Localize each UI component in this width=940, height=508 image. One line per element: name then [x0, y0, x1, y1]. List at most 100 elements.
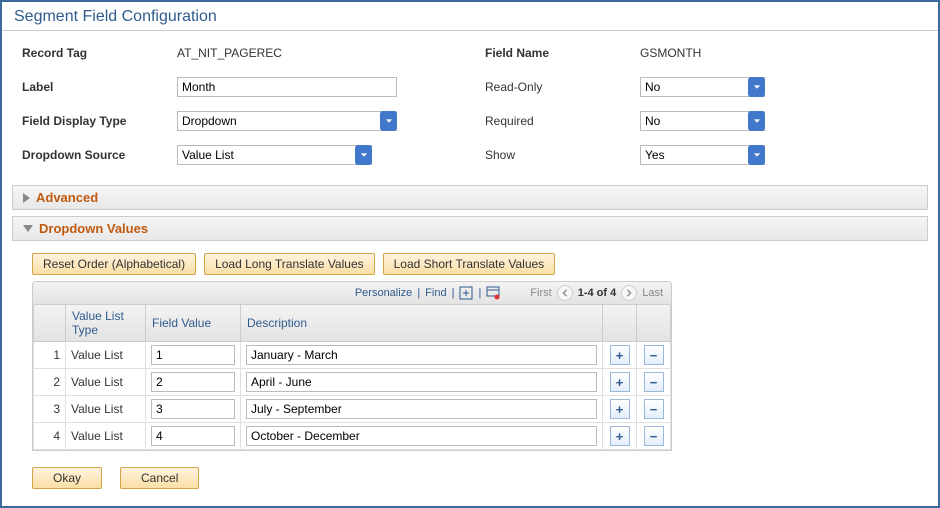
remove-cell: − — [637, 342, 671, 369]
chevron-down-icon[interactable] — [748, 145, 765, 165]
read-only-label: Read-Only — [485, 80, 640, 94]
remove-row-button[interactable]: − — [644, 372, 664, 392]
field-name-label: Field Name — [485, 46, 640, 60]
row-num: 1 — [34, 342, 66, 369]
dropdown-values-section-toggle[interactable]: Dropdown Values — [12, 216, 928, 241]
triangle-right-icon — [23, 193, 30, 203]
field-value-input[interactable] — [151, 345, 235, 365]
chevron-down-icon[interactable] — [748, 111, 765, 131]
value-list-type-cell: Value List — [66, 423, 146, 450]
reset-order-button[interactable]: Reset Order (Alphabetical) — [32, 253, 196, 275]
add-cell: + — [603, 396, 637, 423]
field-value-cell — [146, 342, 241, 369]
required-select[interactable] — [640, 111, 765, 131]
read-only-select[interactable] — [640, 77, 765, 97]
description-input[interactable] — [246, 372, 597, 392]
dropdown-values-section-label: Dropdown Values — [39, 221, 148, 236]
dropdown-source-label: Dropdown Source — [22, 148, 177, 162]
grid-toolbar: Personalize | Find | | First 1-4 of 4 La… — [33, 282, 671, 305]
separator: | — [417, 287, 420, 299]
record-tag-value: AT_NIT_PAGEREC — [177, 46, 282, 60]
field-value-cell — [146, 396, 241, 423]
show-label: Show — [485, 148, 640, 162]
col-num — [34, 305, 66, 342]
add-row-button[interactable]: + — [610, 372, 630, 392]
triangle-down-icon — [23, 225, 33, 232]
col-field-value[interactable]: Field Value — [146, 305, 241, 342]
field-display-type-label: Field Display Type — [22, 114, 177, 128]
values-grid: Personalize | Find | | First 1-4 of 4 La… — [32, 281, 672, 451]
form-area: Record Tag AT_NIT_PAGEREC Label Field Di… — [2, 31, 938, 185]
load-long-button[interactable]: Load Long Translate Values — [204, 253, 375, 275]
remove-cell: − — [637, 369, 671, 396]
field-value-input[interactable] — [151, 426, 235, 446]
col-remove — [637, 305, 671, 342]
zoom-icon[interactable] — [459, 286, 473, 300]
col-add — [603, 305, 637, 342]
description-cell — [241, 342, 603, 369]
field-display-type-select[interactable] — [177, 111, 397, 131]
table-row: 3Value List +− — [34, 396, 671, 423]
remove-cell: − — [637, 396, 671, 423]
last-link[interactable]: Last — [642, 287, 663, 299]
label-label: Label — [22, 80, 177, 94]
add-row-button[interactable]: + — [610, 399, 630, 419]
advanced-section-toggle[interactable]: Advanced — [12, 185, 928, 210]
row-num: 2 — [34, 369, 66, 396]
table-row: 4Value List +− — [34, 423, 671, 450]
description-cell — [241, 423, 603, 450]
table-row: 1Value List +− — [34, 342, 671, 369]
description-cell — [241, 396, 603, 423]
separator: | — [478, 287, 481, 299]
description-input[interactable] — [246, 399, 597, 419]
remove-row-button[interactable]: − — [644, 426, 664, 446]
row-num: 3 — [34, 396, 66, 423]
required-label: Required — [485, 114, 640, 128]
value-list-type-cell: Value List — [66, 396, 146, 423]
field-value-cell — [146, 423, 241, 450]
label-input[interactable] — [177, 77, 397, 97]
cancel-button[interactable]: Cancel — [120, 467, 199, 489]
field-value-input[interactable] — [151, 372, 235, 392]
add-cell: + — [603, 423, 637, 450]
chevron-down-icon[interactable] — [355, 145, 372, 165]
page-range: 1-4 of 4 — [578, 287, 617, 299]
field-name-value: GSMONTH — [640, 46, 701, 60]
chevron-down-icon[interactable] — [748, 77, 765, 97]
remove-row-button[interactable]: − — [644, 345, 664, 365]
add-cell: + — [603, 369, 637, 396]
dropdown-source-select[interactable] — [177, 145, 372, 165]
form-left-column: Record Tag AT_NIT_PAGEREC Label Field Di… — [22, 41, 455, 177]
row-num: 4 — [34, 423, 66, 450]
col-value-list-type[interactable]: Value List Type — [66, 305, 146, 342]
remove-cell: − — [637, 423, 671, 450]
description-input[interactable] — [246, 426, 597, 446]
page-title: Segment Field Configuration — [2, 2, 938, 31]
download-icon[interactable] — [486, 286, 500, 300]
personalize-link[interactable]: Personalize — [355, 287, 412, 299]
chevron-down-icon[interactable] — [380, 111, 397, 131]
description-input[interactable] — [246, 345, 597, 365]
find-link[interactable]: Find — [425, 287, 446, 299]
next-page-icon[interactable] — [621, 285, 637, 301]
values-table: Value List Type Field Value Description … — [33, 305, 671, 450]
description-cell — [241, 369, 603, 396]
remove-row-button[interactable]: − — [644, 399, 664, 419]
field-value-input[interactable] — [151, 399, 235, 419]
first-link[interactable]: First — [530, 287, 551, 299]
footer-buttons: Okay Cancel — [2, 451, 938, 505]
show-select[interactable] — [640, 145, 765, 165]
load-short-button[interactable]: Load Short Translate Values — [383, 253, 556, 275]
value-list-type-cell: Value List — [66, 342, 146, 369]
field-value-cell — [146, 369, 241, 396]
advanced-section-label: Advanced — [36, 190, 98, 205]
add-row-button[interactable]: + — [610, 345, 630, 365]
okay-button[interactable]: Okay — [32, 467, 102, 489]
prev-page-icon[interactable] — [557, 285, 573, 301]
col-description[interactable]: Description — [241, 305, 603, 342]
add-row-button[interactable]: + — [610, 426, 630, 446]
action-buttons-row: Reset Order (Alphabetical) Load Long Tra… — [2, 247, 938, 281]
record-tag-label: Record Tag — [22, 46, 177, 60]
form-right-column: Field Name GSMONTH Read-Only Required Sh… — [485, 41, 918, 177]
add-cell: + — [603, 342, 637, 369]
